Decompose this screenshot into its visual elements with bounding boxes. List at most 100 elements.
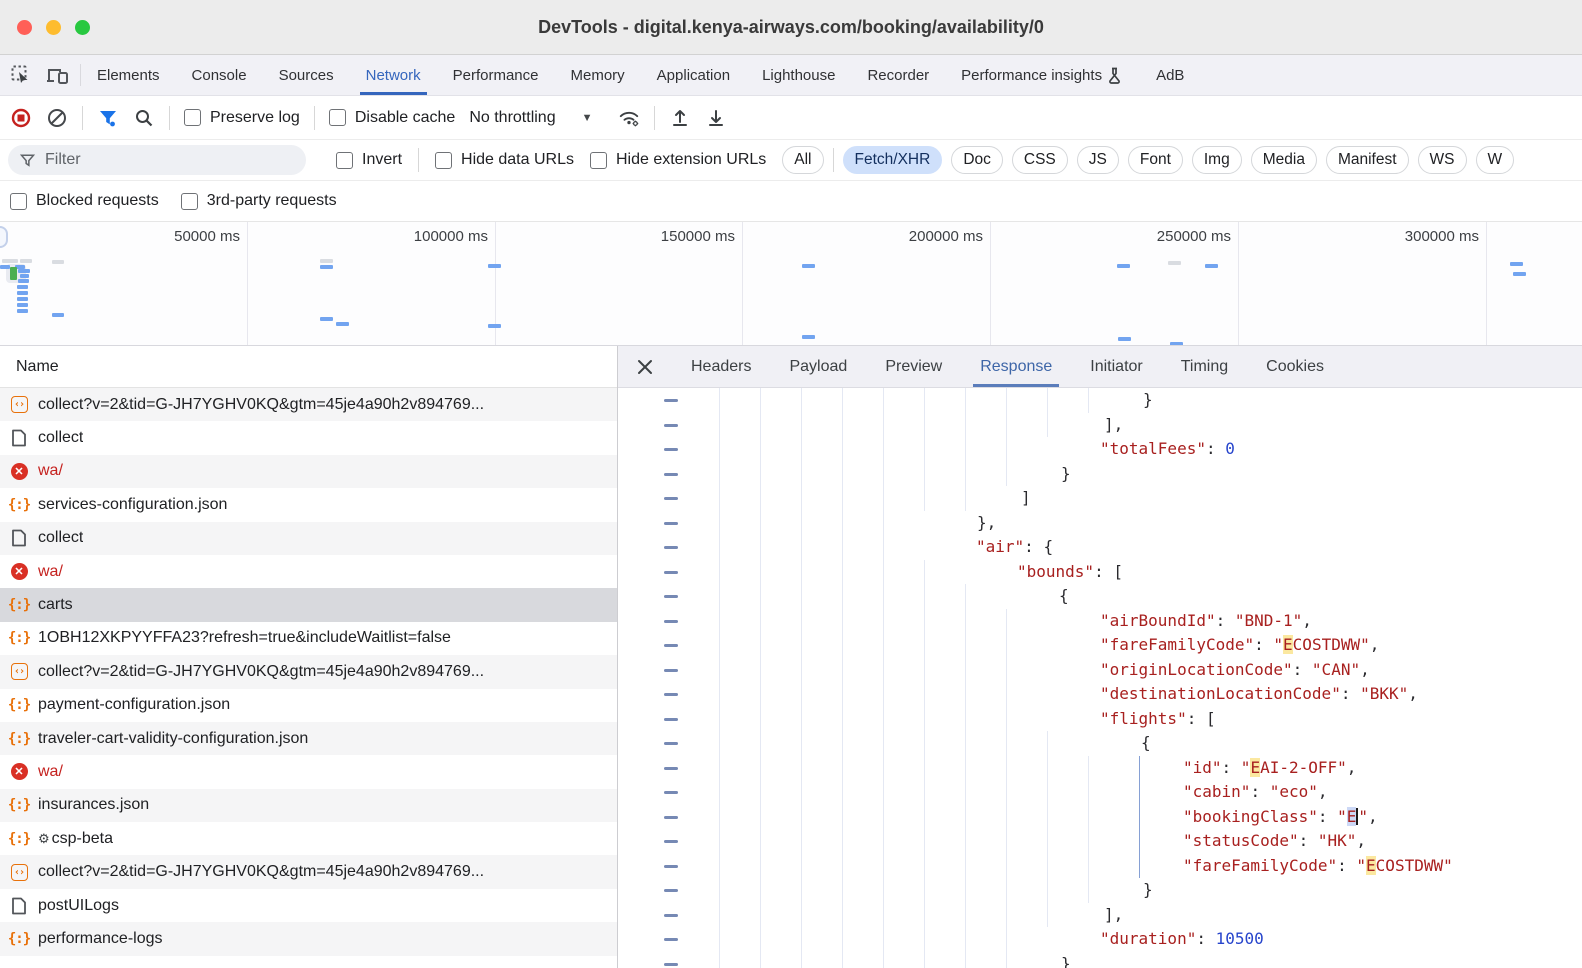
record-network-log-icon[interactable] [10, 107, 32, 129]
chip-manifest[interactable]: Manifest [1326, 146, 1409, 174]
request-row[interactable]: ‹›collect?v=2&tid=G-JH7YGHV0KQ&gtm=45je4… [0, 855, 617, 888]
code-fold-marker[interactable] [664, 448, 678, 451]
request-row[interactable]: {:}insurances.json [0, 789, 617, 822]
third-party-requests-checkbox[interactable]: 3rd-party requests [181, 192, 337, 210]
code-fold-marker[interactable] [664, 963, 678, 966]
search-icon[interactable] [133, 107, 155, 129]
checkbox-box[interactable] [329, 109, 346, 126]
request-row[interactable]: {:}traveler-cart-validity-configuration.… [0, 722, 617, 755]
code-fold-marker[interactable] [664, 497, 678, 500]
detail-tab-cookies[interactable]: Cookies [1247, 346, 1343, 387]
checkbox-box[interactable] [184, 109, 201, 126]
code-fold-marker[interactable] [664, 620, 678, 623]
code-fold-marker[interactable] [664, 595, 678, 598]
disable-cache-checkbox[interactable]: Disable cache [329, 109, 456, 127]
request-row[interactable]: ✕wa/ [0, 555, 617, 588]
detail-tab-headers[interactable]: Headers [672, 346, 770, 387]
inspect-element-icon[interactable] [10, 64, 32, 86]
throttling-select[interactable]: No throttling ▼ [469, 109, 592, 127]
code-fold-marker[interactable] [664, 742, 678, 745]
code-fold-marker[interactable] [664, 718, 678, 721]
request-row[interactable]: {:}carts [0, 588, 617, 621]
hide-data-urls-checkbox[interactable]: Hide data URLs [435, 151, 574, 169]
detail-tab-preview[interactable]: Preview [866, 346, 961, 387]
request-row[interactable]: {:}services-configuration.json [0, 488, 617, 521]
chip-css[interactable]: CSS [1012, 146, 1068, 174]
request-row[interactable]: ✕wa/ [0, 755, 617, 788]
request-row[interactable]: {:}performance-logs [0, 922, 617, 955]
request-row[interactable]: ✕wa/ [0, 455, 617, 488]
request-list-name-header[interactable]: Name [0, 346, 617, 388]
code-fold-marker[interactable] [664, 914, 678, 917]
tab-console[interactable]: Console [176, 55, 263, 95]
chip-doc[interactable]: Doc [951, 146, 1003, 174]
detail-tab-initiator[interactable]: Initiator [1071, 346, 1161, 387]
tab-recorder[interactable]: Recorder [851, 55, 945, 95]
response-body-viewer[interactable]: }],"totalFees": 0}]},"air": {"bounds": [… [618, 388, 1582, 968]
code-fold-marker[interactable] [664, 522, 678, 525]
tab-lighthouse[interactable]: Lighthouse [746, 55, 851, 95]
export-har-icon[interactable] [705, 107, 727, 129]
hide-extension-urls-checkbox[interactable]: Hide extension URLs [590, 151, 766, 169]
chip-media[interactable]: Media [1251, 146, 1317, 174]
chip-font[interactable]: Font [1128, 146, 1183, 174]
checkbox-box[interactable] [336, 152, 353, 169]
tab-elements[interactable]: Elements [81, 55, 176, 95]
checkbox-box[interactable] [10, 193, 27, 210]
detail-tab-response[interactable]: Response [961, 346, 1071, 387]
chip-w[interactable]: W [1476, 146, 1515, 174]
chip-fetch-xhr[interactable]: Fetch/XHR [843, 146, 943, 174]
close-detail-icon[interactable] [618, 346, 672, 387]
code-fold-marker[interactable] [664, 644, 678, 647]
code-fold-marker[interactable] [664, 473, 678, 476]
code-fold-marker[interactable] [664, 571, 678, 574]
tab-sources[interactable]: Sources [263, 55, 350, 95]
request-row[interactable]: ‹›collect?v=2&tid=G-JH7YGHV0KQ&gtm=45je4… [0, 655, 617, 688]
network-overview-timeline[interactable]: 50000 ms100000 ms150000 ms200000 ms25000… [0, 222, 1582, 346]
code-fold-marker[interactable] [664, 424, 678, 427]
tab-memory[interactable]: Memory [555, 55, 641, 95]
code-fold-marker[interactable] [664, 399, 678, 402]
code-fold-marker[interactable] [664, 938, 678, 941]
chip-js[interactable]: JS [1077, 146, 1119, 174]
detail-tab-timing[interactable]: Timing [1162, 346, 1247, 387]
request-row[interactable]: {:}⚙csp-beta [0, 822, 617, 855]
code-fold-marker[interactable] [664, 693, 678, 696]
chip-img[interactable]: Img [1192, 146, 1242, 174]
detail-tab-payload[interactable]: Payload [770, 346, 866, 387]
request-row[interactable]: collect [0, 522, 617, 555]
code-fold-marker[interactable] [664, 840, 678, 843]
code-fold-marker[interactable] [664, 546, 678, 549]
clear-network-log-icon[interactable] [46, 107, 68, 129]
chip-all[interactable]: All [782, 146, 823, 174]
chip-ws[interactable]: WS [1418, 146, 1467, 174]
code-fold-marker[interactable] [664, 889, 678, 892]
request-row[interactable]: ‹›collect?v=2&tid=G-JH7YGHV0KQ&gtm=45je4… [0, 388, 617, 421]
checkbox-box[interactable] [590, 152, 607, 169]
code-fold-marker[interactable] [664, 865, 678, 868]
tab-application[interactable]: Application [641, 55, 746, 95]
tab-network[interactable]: Network [350, 55, 437, 95]
import-har-icon[interactable] [669, 107, 691, 129]
code-fold-marker[interactable] [664, 767, 678, 770]
request-row[interactable]: {:}1OBH12XKPYYFFA23?refresh=true&include… [0, 622, 617, 655]
tab-performance-insights[interactable]: Performance insights [945, 55, 1140, 95]
request-row[interactable]: postUILogs [0, 889, 617, 922]
tab-performance[interactable]: Performance [437, 55, 555, 95]
blocked-requests-checkbox[interactable]: Blocked requests [10, 192, 159, 210]
invert-checkbox[interactable]: Invert [336, 151, 402, 169]
device-toolbar-icon[interactable] [46, 64, 68, 86]
code-fold-marker[interactable] [664, 669, 678, 672]
filter-toggle-icon[interactable] [97, 107, 119, 129]
filter-input[interactable]: Filter [8, 145, 306, 175]
request-row[interactable]: collect [0, 421, 617, 454]
code-fold-marker[interactable] [664, 791, 678, 794]
preserve-log-checkbox[interactable]: Preserve log [184, 109, 300, 127]
code-fold-marker[interactable] [664, 816, 678, 819]
checkbox-box[interactable] [181, 193, 198, 210]
indent-guide [883, 486, 884, 511]
tab-adb[interactable]: AdB [1140, 55, 1200, 95]
network-conditions-icon[interactable] [618, 107, 640, 129]
request-row[interactable]: {:}payment-configuration.json [0, 689, 617, 722]
checkbox-box[interactable] [435, 152, 452, 169]
